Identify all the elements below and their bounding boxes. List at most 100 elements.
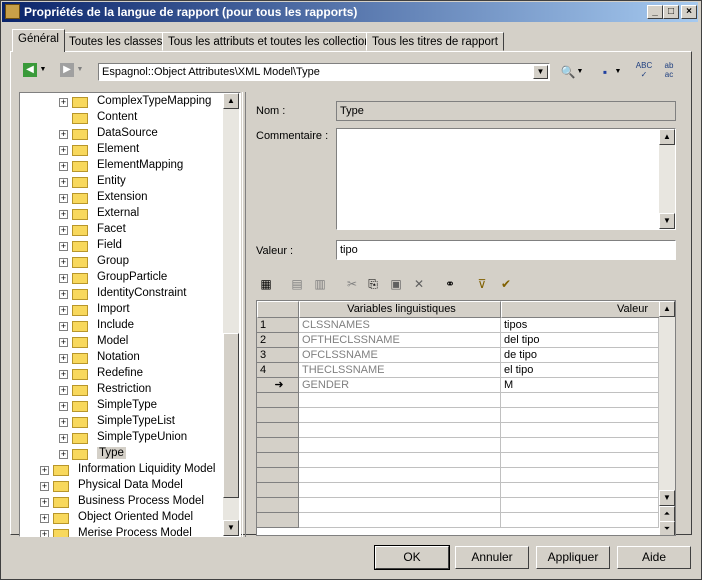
cancel-button[interactable]: Annuler (455, 546, 529, 569)
scroll-up-button[interactable]: ▲ (223, 93, 239, 109)
value-cell[interactable] (501, 408, 659, 423)
filter-check-icon[interactable]: ✔ (497, 275, 515, 293)
expand-icon[interactable]: + (59, 146, 68, 155)
variables-grid[interactable]: Variables linguistiques Valeur ▲ ▼ ⏶ ⏷ 1… (256, 300, 676, 536)
expand-icon[interactable]: + (40, 530, 49, 537)
tree-item[interactable]: + Information Liquidity Model (38, 462, 223, 478)
variable-cell[interactable] (299, 438, 501, 453)
tree-item[interactable]: + Field (38, 238, 223, 254)
tree-item[interactable]: + ElementMapping (38, 158, 223, 174)
tree-item[interactable]: + Physical Data Model (38, 478, 223, 494)
variable-cell[interactable] (299, 483, 501, 498)
expand-icon[interactable]: + (40, 466, 49, 475)
replace-icon[interactable]: ab ac (660, 61, 678, 79)
tree-item[interactable]: + Import (38, 302, 223, 318)
tree-item[interactable]: + IdentityConstraint (38, 286, 223, 302)
back-dropdown-icon[interactable]: ▼ (39, 63, 47, 77)
grid-scroll-down[interactable]: ▼ (659, 490, 675, 506)
expand-icon[interactable]: + (59, 354, 68, 363)
variable-cell[interactable] (299, 393, 501, 408)
value-cell[interactable]: del tipo (501, 333, 659, 348)
row-header[interactable] (257, 393, 299, 408)
copy-icon[interactable]: ⎘ (364, 275, 382, 293)
find-dropdown-icon[interactable]: ▼ (576, 63, 584, 81)
row-header[interactable] (257, 468, 299, 483)
row-header[interactable]: ➜ (257, 378, 299, 393)
column-header-variables[interactable]: Variables linguistiques (299, 301, 501, 318)
row-header[interactable] (257, 408, 299, 423)
tree-scrollbar[interactable]: ▲ ▼ (223, 93, 239, 536)
filter-icon[interactable]: ⊽ (473, 275, 491, 293)
value-cell[interactable] (501, 393, 659, 408)
expand-icon[interactable]: + (59, 226, 68, 235)
value-cell[interactable]: M (501, 378, 659, 393)
row-header[interactable] (257, 498, 299, 513)
expand-icon[interactable]: + (59, 274, 68, 283)
forward-icon[interactable]: ▶ (60, 63, 74, 77)
chevron-down-icon[interactable]: ▼ (533, 65, 548, 79)
comment-scroll-up[interactable]: ▲ (659, 129, 675, 145)
row-header[interactable]: 4 (257, 363, 299, 378)
add-row-icon[interactable]: ▥ (311, 275, 329, 293)
expand-icon[interactable]: + (59, 130, 68, 139)
expand-icon[interactable]: + (59, 402, 68, 411)
row-header[interactable]: 2 (257, 333, 299, 348)
expand-icon[interactable]: + (59, 162, 68, 171)
find-in-list-icon[interactable]: ⚭ (441, 275, 459, 293)
variable-cell[interactable] (299, 498, 501, 513)
grid-scroll-bottom[interactable]: ⏷ (659, 521, 675, 535)
variable-cell[interactable] (299, 468, 501, 483)
grid-scroll-top[interactable]: ⏶ (659, 506, 675, 522)
expand-icon[interactable]: + (59, 386, 68, 395)
tree-item[interactable]: + Business Process Model (38, 494, 223, 510)
value-cell[interactable]: tipos (501, 318, 659, 333)
variable-cell[interactable] (299, 408, 501, 423)
expand-icon[interactable]: + (59, 370, 68, 379)
value-cell[interactable] (501, 498, 659, 513)
tree-item[interactable]: + Entity (38, 174, 223, 190)
minimize-button[interactable]: _ (647, 5, 663, 19)
value-cell[interactable] (501, 423, 659, 438)
title-bar[interactable]: Propriétés de la langue de rapport (pour… (2, 2, 698, 22)
tab-all-classes[interactable]: Toutes les classes (63, 32, 169, 51)
tree-item[interactable]: + Element (38, 142, 223, 158)
row-header[interactable] (257, 453, 299, 468)
expand-icon[interactable]: + (59, 242, 68, 251)
value-cell[interactable]: de tipo (501, 348, 659, 363)
variable-cell[interactable] (299, 453, 501, 468)
tree-item[interactable]: + SimpleTypeUnion (38, 430, 223, 446)
forward-dropdown-icon[interactable]: ▼ (76, 63, 84, 77)
expand-icon[interactable]: + (40, 482, 49, 491)
tab-all-report-titles[interactable]: Tous les titres de rapport (366, 32, 504, 51)
tree-item[interactable]: Content (38, 110, 223, 126)
paste-icon[interactable]: ▣ (387, 275, 405, 293)
row-header[interactable] (257, 483, 299, 498)
path-combobox[interactable]: Espagnol::Object Attributes\XML Model\Ty… (98, 63, 550, 81)
delete-icon[interactable]: ✕ (410, 275, 428, 293)
variable-cell[interactable]: OFTHECLSSNAME (299, 333, 501, 348)
tree-item[interactable]: + Extension (38, 190, 223, 206)
tree-item[interactable]: + Include (38, 318, 223, 334)
tree-item[interactable]: + Restriction (38, 382, 223, 398)
tree-item[interactable]: + Object Oriented Model (38, 510, 223, 526)
expand-icon[interactable]: + (59, 338, 68, 347)
variable-cell[interactable]: THECLSSNAME (299, 363, 501, 378)
tree-item[interactable]: + DataSource (38, 126, 223, 142)
value-cell[interactable] (501, 453, 659, 468)
tree-item[interactable]: + Redefine (38, 366, 223, 382)
expand-icon[interactable]: + (59, 450, 68, 459)
comment-textarea[interactable]: ▲ ▼ (336, 128, 676, 230)
tree-item[interactable]: + Notation (38, 350, 223, 366)
tree-item[interactable]: + Type (38, 446, 223, 462)
insert-row-icon[interactable]: ▤ (288, 275, 306, 293)
spellcheck-icon[interactable]: ABC ✓ (635, 61, 653, 79)
grid-scrollbar[interactable]: ▲ ▼ ⏶ ⏷ (659, 301, 675, 535)
tree-item[interactable]: + SimpleType (38, 398, 223, 414)
expand-icon[interactable]: + (59, 194, 68, 203)
help-button[interactable]: Aide (617, 546, 691, 569)
comment-scroll-down[interactable]: ▼ (659, 213, 675, 229)
tree-item[interactable]: + Model (38, 334, 223, 350)
value-cell[interactable] (501, 468, 659, 483)
column-header-value[interactable]: Valeur (501, 301, 661, 318)
tree-item[interactable]: + Group (38, 254, 223, 270)
